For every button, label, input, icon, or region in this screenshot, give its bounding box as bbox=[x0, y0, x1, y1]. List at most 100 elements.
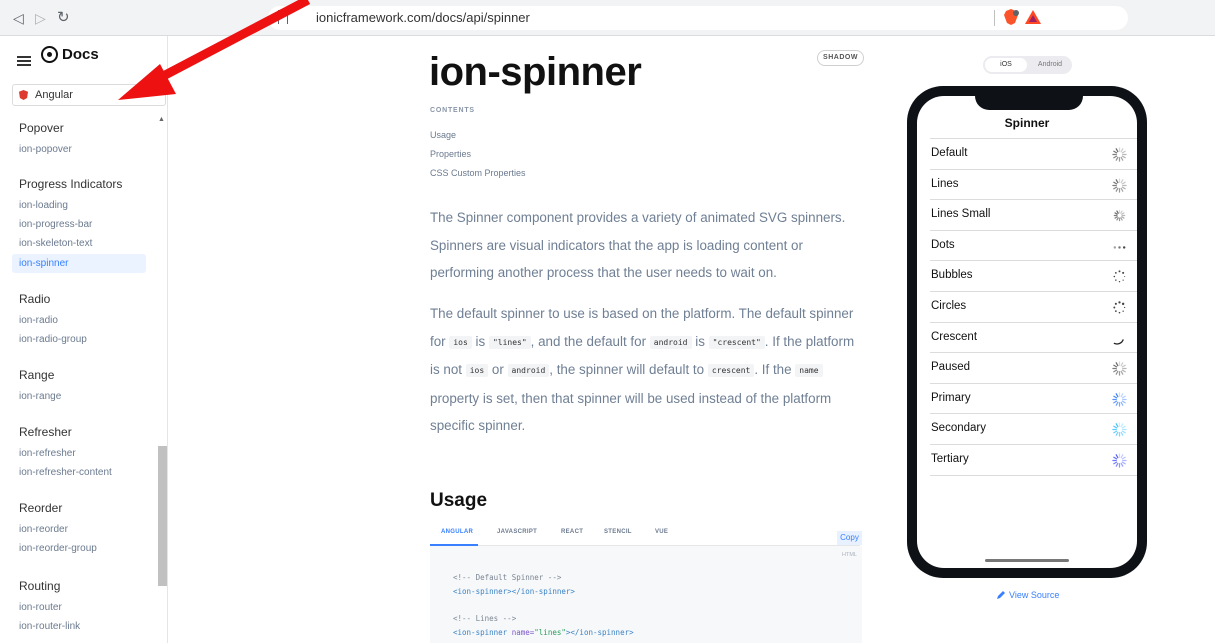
code-token: <ion-spinner bbox=[453, 628, 512, 637]
code-line: <!-- Default Spinner --> bbox=[453, 573, 562, 582]
sidebar-item-ion-range[interactable]: ion-range bbox=[12, 387, 146, 406]
brave-rewards-icon[interactable] bbox=[1024, 9, 1042, 25]
toc-link-css-custom-properties[interactable]: CSS Custom Properties bbox=[430, 168, 526, 178]
list-item-label: Secondary bbox=[931, 422, 986, 435]
code-language-label: HTML bbox=[842, 552, 857, 558]
sidebar-item-ion-refresher-content[interactable]: ion-refresher-content bbox=[12, 463, 146, 482]
sidebar-scrollbar-thumb[interactable] bbox=[158, 446, 167, 586]
view-source-label: View Source bbox=[1009, 590, 1060, 600]
intro-paragraph: The Spinner component provides a variety… bbox=[430, 210, 846, 280]
bookmark-icon[interactable] bbox=[278, 10, 288, 24]
home-indicator bbox=[985, 559, 1069, 562]
sidebar-item-ion-reorder[interactable]: ion-reorder bbox=[12, 520, 146, 539]
view-source-link[interactable]: View Source bbox=[997, 590, 1059, 600]
back-icon[interactable]: ◁ bbox=[13, 9, 24, 27]
para-text: is bbox=[471, 333, 489, 349]
copy-button[interactable]: Copy bbox=[837, 531, 862, 545]
spinner-lines-icon bbox=[1112, 177, 1127, 193]
spinner-lines-icon bbox=[1112, 147, 1127, 162]
usage-heading: Usage bbox=[430, 490, 488, 511]
tab-javascript[interactable]: JAVASCRIPT bbox=[497, 529, 537, 535]
inline-code: "lines" bbox=[488, 335, 531, 349]
nav-group-popover: Popover bbox=[19, 121, 64, 135]
list-item-default: Default bbox=[930, 138, 1137, 168]
demo-header-title: Spinner bbox=[1004, 116, 1050, 130]
list-item-label: Tertiary bbox=[931, 453, 969, 465]
segment-android[interactable]: Android bbox=[1031, 58, 1069, 72]
spinner-dots-icon bbox=[1113, 246, 1126, 249]
forward-icon[interactable]: ▷ bbox=[35, 9, 46, 27]
code-token: name= bbox=[511, 628, 535, 637]
tab-vue[interactable]: VUE bbox=[655, 529, 668, 535]
nav-group-radio: Radio bbox=[19, 292, 51, 306]
list-item-lines-small: Lines Small bbox=[930, 199, 1137, 229]
list-item-secondary: Secondary bbox=[930, 413, 1137, 443]
spinner-lines-icon bbox=[1112, 453, 1127, 468]
sidebar-item-ion-skeleton-text[interactable]: ion-skeleton-text bbox=[12, 234, 146, 253]
nav-group-reorder: Reorder bbox=[19, 501, 63, 515]
inline-code: android bbox=[507, 364, 550, 377]
para-text: , and the default for bbox=[530, 333, 650, 349]
spinner-lines-icon bbox=[1112, 422, 1127, 438]
brave-shields-icon[interactable] bbox=[1002, 8, 1020, 26]
nav-group-refresher: Refresher bbox=[19, 425, 72, 439]
sidebar-item-ion-progress-bar[interactable]: ion-progress-bar bbox=[12, 215, 146, 234]
reload-icon[interactable]: ↻ bbox=[57, 9, 70, 27]
spinner-lines-small-icon bbox=[1113, 209, 1126, 222]
logo-text[interactable]: Docs bbox=[62, 46, 99, 63]
tab-angular[interactable]: ANGULAR bbox=[441, 529, 473, 535]
contents-label: CONTENTS bbox=[430, 107, 475, 114]
code-line: <!-- Lines --> bbox=[453, 614, 517, 623]
list-item-label: Bubbles bbox=[931, 269, 973, 282]
list-item-label: Crescent bbox=[931, 330, 978, 343]
inline-code: name bbox=[795, 364, 823, 377]
list-item-crescent: Crescent bbox=[930, 321, 1137, 352]
code-icon bbox=[997, 591, 1005, 599]
scroll-up-icon[interactable]: ▲ bbox=[158, 116, 165, 123]
toc-link-usage[interactable]: Usage bbox=[430, 130, 456, 140]
page-title: ion-spinner bbox=[429, 50, 642, 94]
inline-code: ios bbox=[449, 335, 472, 349]
sidebar-nav: Popover ion-popover Progress Indicators … bbox=[0, 114, 158, 643]
inline-code: android bbox=[649, 335, 692, 349]
shadow-badge: SHADOW bbox=[817, 50, 864, 66]
segment-ios[interactable]: iOS bbox=[985, 58, 1027, 72]
list-item-label: Lines Small bbox=[931, 208, 991, 221]
menu-icon[interactable] bbox=[17, 56, 31, 66]
code-token: "lines" bbox=[534, 628, 566, 637]
default-spinner-paragraph: The default spinner to use is based on t… bbox=[430, 300, 860, 440]
toc-link-properties[interactable]: Properties bbox=[430, 149, 471, 159]
tab-stencil[interactable]: STENCIL bbox=[604, 529, 632, 535]
para-text: or bbox=[488, 362, 508, 377]
sidebar-item-ion-spinner[interactable]: ion-spinner bbox=[12, 254, 146, 273]
url-text[interactable]: ionicframework.com/docs/api/spinner bbox=[316, 10, 530, 25]
sidebar-item-ion-refresher[interactable]: ion-refresher bbox=[12, 444, 146, 463]
sidebar-item-ion-reorder-group[interactable]: ion-reorder-group bbox=[12, 539, 146, 558]
platform-segment: iOS Android bbox=[983, 56, 1072, 74]
sidebar-item-ion-radio[interactable]: ion-radio bbox=[12, 311, 146, 330]
para-text: is bbox=[691, 333, 709, 349]
sidebar-item-ion-router-link[interactable]: ion-router-link bbox=[12, 617, 146, 636]
spinner-lines-icon bbox=[1112, 392, 1127, 407]
code-line: <ion-spinner name="lines"></ion-spinner> bbox=[453, 628, 634, 637]
framework-select-label: Angular bbox=[35, 89, 73, 101]
list-item-label: Primary bbox=[931, 391, 971, 404]
sidebar-item-ion-loading[interactable]: ion-loading bbox=[12, 196, 146, 215]
phone-notch bbox=[975, 86, 1083, 110]
tab-react[interactable]: REACT bbox=[561, 529, 583, 535]
sidebar-item-ion-popover[interactable]: ion-popover bbox=[12, 140, 146, 159]
sidebar-item-ion-router[interactable]: ion-router bbox=[12, 598, 146, 617]
list-item-bubbles: Bubbles bbox=[930, 260, 1137, 290]
list-item-label: Default bbox=[931, 147, 968, 159]
list-item-circles: Circles bbox=[930, 291, 1137, 321]
framework-select[interactable]: Angular bbox=[12, 84, 166, 106]
toolbar-divider bbox=[994, 10, 995, 26]
list-item-dots: Dots bbox=[930, 229, 1137, 260]
para-text: property is set, then that spinner will … bbox=[430, 390, 832, 434]
list-item-label: Lines bbox=[931, 177, 959, 190]
sidebar-item-ion-radio-group[interactable]: ion-radio-group bbox=[12, 330, 146, 349]
code-token: </ion-spinner> bbox=[511, 587, 575, 596]
list-item-paused: Paused bbox=[930, 352, 1137, 382]
ionic-logo-icon[interactable] bbox=[41, 46, 58, 63]
spinner-bubbles-icon bbox=[1113, 270, 1126, 283]
